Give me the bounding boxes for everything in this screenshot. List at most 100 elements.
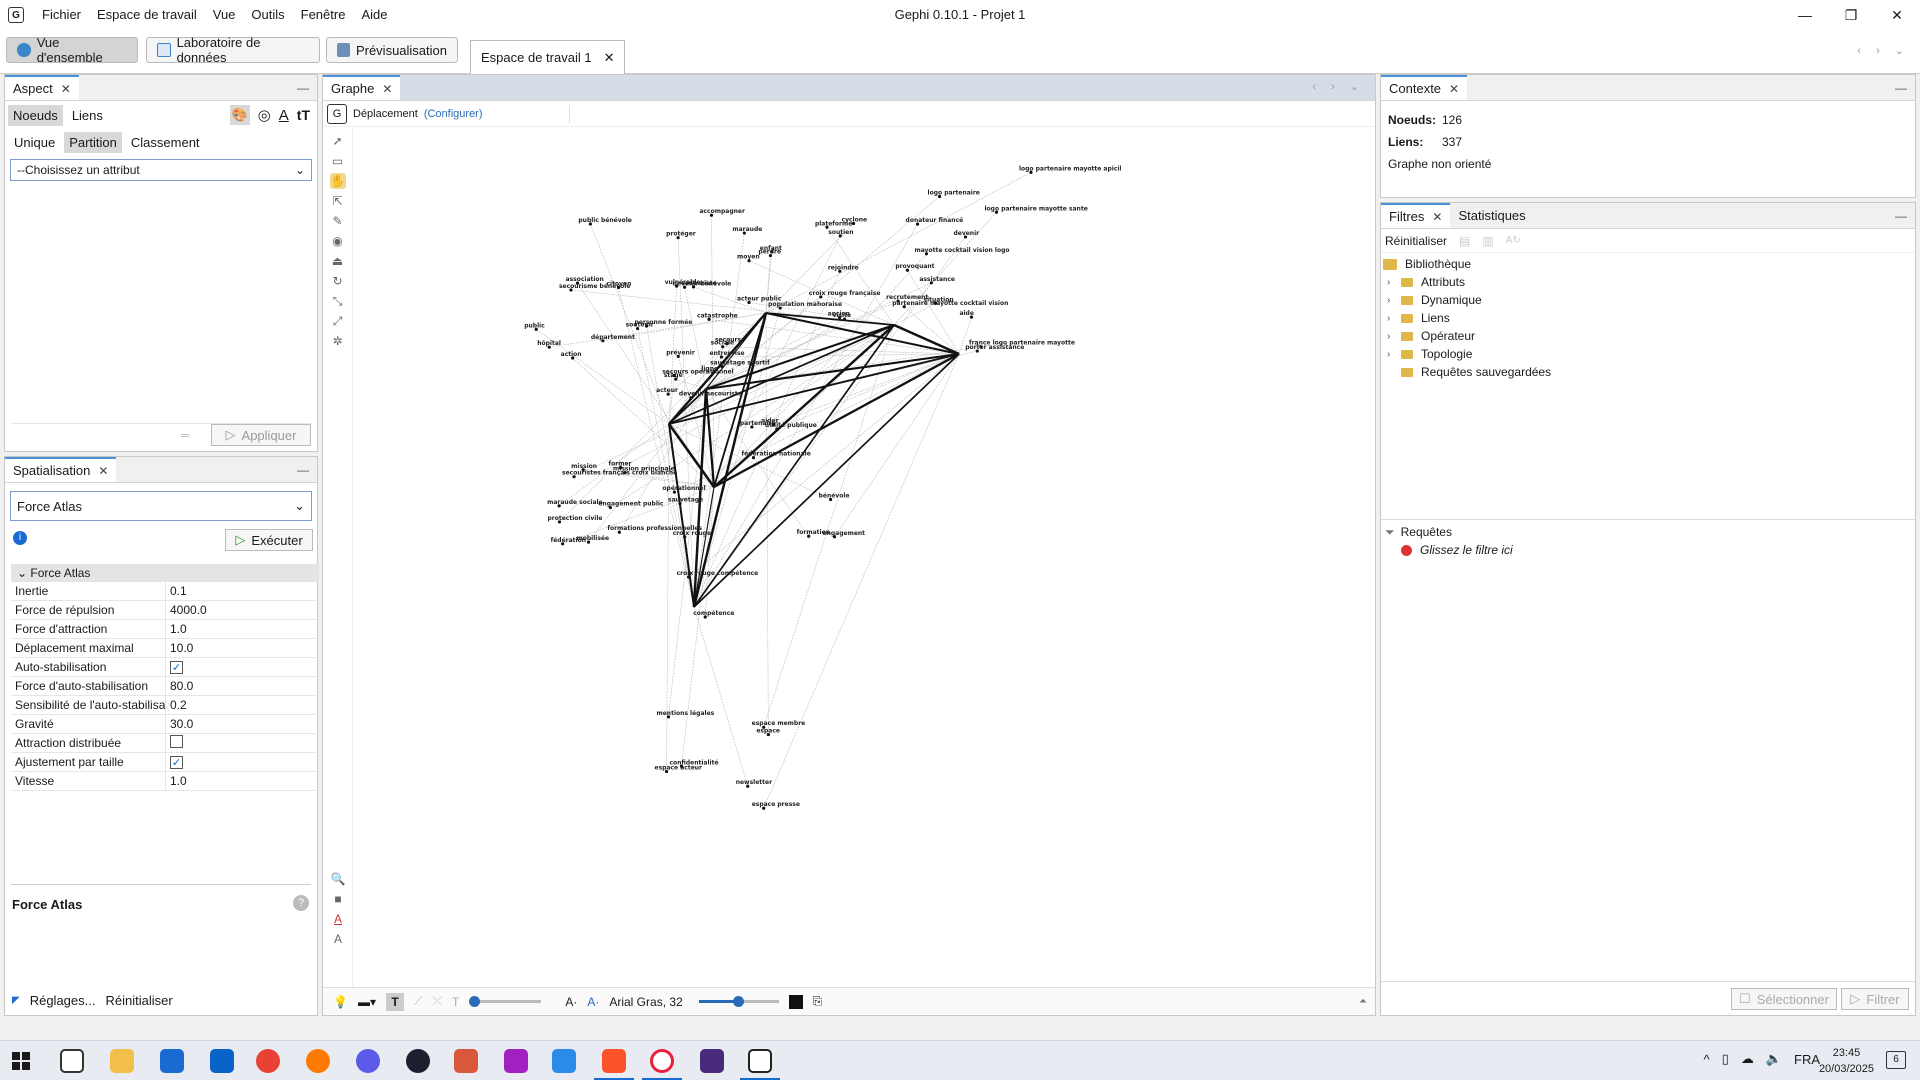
property-value[interactable]: 80.0 [166,679,193,693]
edge-labels-icon[interactable]: ⟋ [414,994,422,1009]
minimize-panel-icon[interactable]: — [297,81,309,95]
show-labels-icon[interactable]: T [385,992,404,1011]
menu-fenetre[interactable]: Fenêtre [293,0,354,30]
chevron-up-icon[interactable]: ^ [1704,1052,1710,1067]
menu-vue[interactable]: Vue [205,0,244,30]
clock[interactable]: 23:45 20/03/2025 [1819,1045,1874,1077]
library-root[interactable]: Bibliothèque [1383,255,1915,273]
property-row[interactable]: Sensibilité de l'auto-stabilisa 0.2 [11,695,319,715]
property-row[interactable]: Force de répulsion 4000.0 [11,600,319,620]
property-value[interactable]: 1.0 [166,622,187,636]
close-icon[interactable]: ✕ [1432,210,1442,224]
close-window-button[interactable]: ✕ [1874,0,1920,30]
property-row[interactable]: Vitesse 1.0 [11,771,319,791]
property-value[interactable]: 0.2 [166,698,187,712]
tab-navigation-arrows[interactable]: ‹ › ⌄ [1312,80,1365,93]
help-icon[interactable]: ? [293,895,309,911]
minimize-panel-icon[interactable]: — [1895,209,1907,223]
property-row[interactable]: Auto-stabilisation ✓ [11,657,319,677]
property-row[interactable]: Ajustement par taille ✓ [11,752,319,772]
nodes-toggle[interactable]: Noeuds [8,104,63,126]
close-icon[interactable]: ✕ [61,82,71,96]
property-row[interactable]: Attraction distribuée [11,733,319,753]
settings-link[interactable]: Réglages... [30,993,96,1008]
minimize-window-button[interactable]: — [1782,0,1828,30]
export-icon[interactable]: ▤ [1459,234,1470,248]
mode-classement[interactable]: Classement [126,132,205,153]
figma-icon[interactable] [504,1049,528,1073]
graph-canvas[interactable]: devenir secouristesecourisme bénévolesta… [354,127,1375,982]
layout-algorithm-select[interactable]: Force Atlas ⌄ [10,491,312,521]
property-value[interactable]: 0.1 [166,584,187,598]
tab-graphe[interactable]: Graphe ✕ [323,75,401,100]
task-view-icon[interactable] [60,1049,84,1073]
file-explorer-icon[interactable] [110,1049,134,1073]
configure-link[interactable]: (Configurer) [424,108,483,120]
hide-edges-icon[interactable]: ⤫ [432,994,442,1009]
paint-icon[interactable]: ✎ [330,213,346,229]
info-icon[interactable]: i [13,531,27,545]
background-color-icon[interactable]: ■ [330,891,346,907]
chrome-icon[interactable] [256,1049,280,1073]
close-icon[interactable]: ✕ [98,464,108,478]
edges-toggle[interactable]: Liens [67,105,108,126]
obs-icon[interactable] [406,1049,430,1073]
data-laboratory-button[interactable]: Laboratoire de données [146,35,320,65]
browser-icon[interactable] [356,1049,380,1073]
library-item[interactable]: Requêtes sauvegardées [1383,363,1915,381]
rectangle-select-icon[interactable]: ▭ [330,153,346,169]
label-size-slider[interactable] [469,996,542,1007]
workspace-tab[interactable]: Espace de travail 1 ✕ [470,40,626,74]
label-size-mode-icon[interactable]: T [452,995,459,1009]
outlook-icon[interactable] [210,1049,234,1073]
opera-icon[interactable] [650,1049,674,1073]
save-icon[interactable]: ▥ [1482,234,1493,248]
messenger-icon[interactable] [552,1049,576,1073]
tab-navigation-arrows[interactable]: ‹ › ⌄ [1857,44,1910,57]
tab-aspect[interactable]: Aspect ✕ [5,75,79,100]
font-size-slider[interactable] [698,996,779,1007]
brave-icon[interactable] [602,1049,626,1073]
firefox-icon[interactable] [306,1049,330,1073]
close-icon[interactable]: ✕ [1449,82,1459,96]
property-value[interactable]: 10.0 [166,641,193,655]
minimize-panel-icon[interactable]: — [297,463,309,477]
gephi-taskbar-icon[interactable] [748,1049,772,1073]
font-label[interactable]: Arial Gras, 32 [609,995,682,1009]
decrease-font-icon[interactable]: A· [565,995,577,1009]
lightbulb-icon[interactable]: 💡 [333,995,348,1009]
tab-contexte[interactable]: Contexte ✕ [1381,75,1468,100]
menu-espace-de-travail[interactable]: Espace de travail [89,0,205,30]
menu-aide[interactable]: Aide [353,0,395,30]
property-checkbox[interactable]: ✓ [170,661,183,674]
tab-filtres[interactable]: Filtres ✕ [1381,203,1451,228]
property-checkbox[interactable] [170,735,183,748]
collapse-icon[interactable]: ⏶ [1359,996,1367,1007]
label-color-swatch[interactable] [788,994,803,1009]
library-item[interactable]: › Dynamique [1383,291,1915,309]
menu-fichier[interactable]: Fichier [34,0,89,30]
select-button[interactable]: ☐ Sélectionner [1731,988,1837,1010]
volume-icon[interactable]: 🔈 [1766,1051,1782,1067]
size-icon[interactable]: ◎ [258,106,271,124]
tab-spatialisation[interactable]: Spatialisation ✕ [5,457,117,482]
tab-statistiques[interactable]: Statistiques [1450,203,1533,228]
direct-select-icon[interactable]: ⇱ [330,193,346,209]
run-button[interactable]: ▷ Exécuter [225,529,313,551]
expand-chevron-icon[interactable]: › [1387,331,1401,342]
expand-chevron-icon[interactable]: › [1387,295,1401,306]
reset-link[interactable]: Réinitialiser [105,993,172,1008]
filters-reset-button[interactable]: Réinitialiser [1385,234,1447,248]
shortest-path-icon[interactable]: ⤢ [330,313,346,329]
library-item[interactable]: › Opérateur [1383,327,1915,345]
size-brush-icon[interactable]: ⏏ [330,253,346,269]
overview-button[interactable]: Vue d'ensemble [6,35,138,65]
font-color-icon[interactable]: A [330,911,346,927]
app-icon[interactable] [454,1049,478,1073]
network-graph[interactable]: devenir secouristesecourisme bénévolesta… [354,127,1375,982]
screenshot-icon[interactable]: ▬▾ [358,995,376,1009]
queries-root[interactable]: ⏷ Requêtes [1385,523,1513,541]
heatmap-icon[interactable]: ✲ [330,333,346,349]
language-indicator[interactable]: FRA [1794,1052,1820,1067]
windows-start-icon[interactable] [12,1052,30,1070]
